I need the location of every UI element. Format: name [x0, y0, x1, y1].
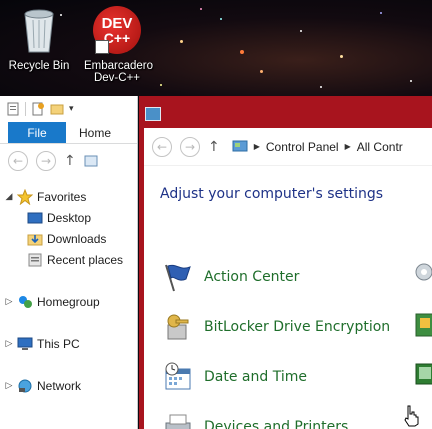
- nav-item-desktop[interactable]: Desktop: [0, 207, 137, 228]
- collapsed-chevron-icon[interactable]: ▷: [4, 338, 14, 349]
- nav-item-recent-places[interactable]: Recent places: [0, 249, 137, 270]
- file-explorer-window: ▾ File Home ← → ↑ ◢ Favorites Desktop Do…: [0, 96, 138, 429]
- nav-item-favorites[interactable]: ◢ Favorites: [0, 186, 137, 207]
- address-bar-icon[interactable]: [84, 154, 98, 168]
- control-panel-window: ← → ↑ ▶ Control Panel ▶ All Contr Adjust…: [139, 96, 432, 429]
- cp-item-label: Action Center: [204, 269, 300, 285]
- dev-cpp-icon: DEV C++: [93, 6, 141, 54]
- star-icon: [17, 188, 33, 205]
- nav-item-downloads[interactable]: Downloads: [0, 228, 137, 249]
- recycle-bin-label: Recycle Bin: [8, 60, 70, 72]
- breadcrumb[interactable]: ▶ Control Panel ▶ All Contr: [232, 140, 403, 154]
- properties-icon[interactable]: [6, 102, 20, 116]
- homegroup-icon: [19, 295, 32, 308]
- collapsed-chevron-icon[interactable]: ▷: [4, 296, 14, 307]
- folder-icon[interactable]: [50, 102, 64, 116]
- customize-toolbar-chevron-icon[interactable]: ▾: [69, 104, 74, 114]
- cp-item-label: Devices and Printers: [204, 419, 349, 429]
- cp-item-date-time[interactable]: Date and Time: [162, 360, 307, 394]
- partial-colour-icon[interactable]: [412, 310, 432, 338]
- nav-label: Network: [37, 378, 82, 393]
- ribbon-tabs: File Home: [0, 122, 137, 144]
- back-button[interactable]: ←: [8, 151, 28, 171]
- up-button[interactable]: ↑: [208, 139, 220, 155]
- control-panel-app-icon[interactable]: [145, 107, 161, 121]
- this-pc-icon: [17, 337, 33, 350]
- cp-item-devices-printers[interactable]: Devices and Printers: [162, 410, 348, 429]
- nav-item-this-pc[interactable]: ▷ This PC: [0, 333, 137, 354]
- network-icon: [18, 379, 32, 392]
- tab-file[interactable]: File: [8, 122, 66, 143]
- collapsed-chevron-icon[interactable]: ▷: [4, 380, 14, 391]
- breadcrumb-all-items[interactable]: All Contr: [357, 140, 403, 154]
- cp-item-bitlocker[interactable]: BitLocker Drive Encryption: [162, 310, 390, 344]
- nav-label: Desktop: [47, 210, 92, 225]
- printer-icon: [165, 414, 191, 429]
- forward-button[interactable]: →: [180, 136, 200, 157]
- explorer-nav-bar: ← → ↑: [0, 144, 137, 178]
- control-panel-icon: [232, 140, 248, 151]
- navigation-pane: ◢ Favorites Desktop Downloads Recent pla…: [0, 178, 137, 396]
- nav-label: Downloads: [47, 231, 107, 246]
- nav-label: Favorites: [37, 189, 87, 204]
- breadcrumb-control-panel[interactable]: Control Panel: [266, 140, 339, 154]
- nav-item-network[interactable]: ▷ Network: [0, 375, 137, 396]
- back-button[interactable]: ←: [152, 136, 172, 157]
- dev-cpp-shortcut[interactable]: DEV C++ Embarcadero Dev-C++: [78, 6, 156, 84]
- bitlocker-key-icon: [167, 314, 189, 340]
- recycle-bin-shortcut[interactable]: Recycle Bin: [0, 6, 78, 72]
- nav-item-homegroup[interactable]: ▷ Homegroup: [0, 291, 137, 312]
- forward-button[interactable]: →: [36, 151, 56, 171]
- control-panel-nav-bar: ← → ↑ ▶ Control Panel ▶ All Contr: [144, 128, 432, 166]
- hand-cursor-icon: [404, 405, 419, 427]
- tab-home[interactable]: Home: [66, 122, 124, 143]
- page-title: Adjust your computer's settings: [160, 186, 384, 202]
- control-panel-content: ← → ↑ ▶ Control Panel ▶ All Contr Adjust…: [144, 128, 432, 429]
- recycle-bin-icon: [24, 9, 54, 53]
- downloads-icon: [27, 234, 43, 245]
- recent-places-icon: [28, 253, 42, 266]
- breadcrumb-separator-icon[interactable]: ▶: [345, 142, 351, 151]
- desktop-background: Recycle Bin DEV C++ Embarcadero Dev-C++: [0, 0, 432, 96]
- expanded-chevron-icon[interactable]: ◢: [4, 191, 14, 202]
- desktop-icon: [27, 212, 43, 223]
- new-document-icon[interactable]: [31, 102, 45, 116]
- breadcrumb-separator-icon[interactable]: ▶: [254, 142, 260, 151]
- partial-display-icon[interactable]: [412, 360, 432, 388]
- cp-item-label: Date and Time: [204, 369, 307, 385]
- up-button[interactable]: ↑: [64, 153, 76, 169]
- quick-access-toolbar: ▾: [0, 96, 137, 122]
- nav-label: Recent places: [47, 252, 124, 267]
- cp-item-action-center[interactable]: Action Center: [162, 260, 299, 294]
- shortcut-arrow-icon: [95, 40, 109, 54]
- partial-gear-icon[interactable]: [412, 258, 432, 286]
- control-panel-titlebar[interactable]: [139, 96, 432, 128]
- dev-cpp-badge-line1: DEV: [101, 14, 133, 32]
- nav-label: Homegroup: [37, 294, 100, 309]
- flag-icon: [165, 264, 191, 292]
- nav-label: This PC: [37, 336, 80, 351]
- cp-item-label: BitLocker Drive Encryption: [204, 319, 391, 335]
- calendar-clock-icon: [165, 362, 191, 390]
- dev-cpp-label: Embarcadero Dev-C++: [84, 60, 154, 84]
